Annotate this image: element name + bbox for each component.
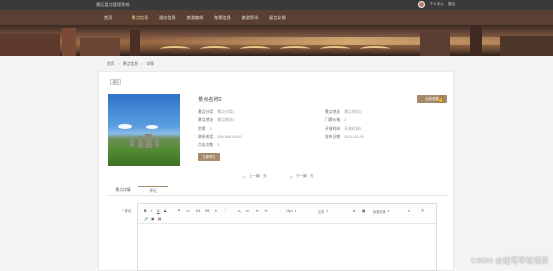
nav-item-news[interactable]: 旅游资讯: [242, 15, 270, 21]
breadcrumb-current: 详情: [146, 62, 154, 66]
italic-icon[interactable]: I: [151, 209, 152, 213]
back-button[interactable]: 返回: [110, 79, 121, 85]
field-label: 点击次数: [198, 143, 214, 147]
breadcrumb-home[interactable]: 首页: [107, 62, 115, 67]
font-size-select[interactable]: 14px ▾: [286, 209, 297, 213]
nav-item-home[interactable]: 首页: [104, 15, 132, 21]
header1-icon[interactable]: H1: [196, 209, 200, 213]
field-label: 联系电话: [198, 135, 214, 139]
chevron-down-icon: ▾: [387, 209, 390, 213]
nav-item-tickets[interactable]: 车票信息: [214, 15, 242, 21]
field-label: 余票: [198, 127, 206, 131]
user-area: 个人中心 退出: [418, 1, 455, 8]
field-price: 门票价格 2: [325, 118, 346, 123]
font-color-icon[interactable]: A: [353, 209, 355, 213]
profile-link[interactable]: 个人中心: [429, 2, 443, 7]
field-value: 028-88810000: [217, 135, 242, 139]
detail-tabs: 景点详情 评论: [108, 186, 448, 196]
font-size-value: 14px: [286, 209, 293, 213]
nav-item-feedback[interactable]: 留言反馈: [269, 15, 297, 21]
field-label: 发布日期: [325, 135, 341, 139]
strikethrough-icon[interactable]: S: [164, 209, 166, 213]
field-publish-date: 发布日期 2024-03-28: [325, 135, 364, 140]
field-tickets-left: 余票 2: [198, 127, 212, 132]
mouse-cursor-icon: ☝: [437, 97, 445, 103]
field-address-right: 景点地址 景点地址2: [325, 110, 362, 115]
nav-item-hotels[interactable]: 酒店信息: [159, 15, 187, 21]
font-family-value: 标准字体: [373, 210, 386, 214]
code-icon[interactable]: <>: [186, 209, 190, 213]
field-label: 景点地址: [198, 118, 214, 122]
next-link[interactable]: ◇ 下一篇：无: [290, 174, 314, 179]
book-button[interactable]: 立即预订: [198, 153, 220, 161]
field-category: 景点分类 景点分类2: [198, 110, 235, 115]
field-label: 门票价格: [325, 118, 341, 122]
clear-format-icon[interactable]: T̸: [421, 209, 423, 213]
breadcrumb-spots[interactable]: 景点信息: [123, 62, 138, 67]
tab-comments[interactable]: 评论: [138, 186, 168, 195]
outdent-icon[interactable]: ⇥: [264, 209, 267, 213]
tab-details[interactable]: 景点详情: [108, 186, 138, 195]
breadcrumb: 首页 > 景点信息 > 详情: [107, 62, 154, 67]
prev-link[interactable]: ◇ 上一篇：无: [243, 174, 267, 179]
subscript-icon[interactable]: x₂: [238, 209, 241, 213]
field-label: 开放时间: [325, 127, 341, 131]
field-value: 3: [217, 143, 220, 147]
chevron-down-icon: ▾: [326, 209, 328, 213]
avatar[interactable]: [418, 1, 426, 8]
breadcrumb-separator: >: [117, 62, 120, 66]
next-label: 下一篇：无: [295, 174, 314, 178]
field-address: 景点地址 景点地址2: [198, 118, 235, 123]
field-value: 2: [344, 118, 347, 122]
chevron-down-icon: ▾: [294, 209, 297, 213]
field-value: 开放时间2: [344, 127, 362, 131]
editor-toolbar: B I U S ❝ <> H1 H2 ≡ ⋮ x₂ x² ⇤ ⇥ 14px ▾ …: [138, 204, 436, 224]
image-icon[interactable]: ▣: [151, 217, 154, 221]
superscript-icon[interactable]: x²: [246, 209, 249, 213]
field-value: 2024-03-28: [344, 135, 364, 139]
field-open-time: 开放时间 开放时间2: [325, 127, 362, 132]
comment-editor[interactable]: B I U S ❝ <> H1 H2 ≡ ⋮ x₂ x² ⇤ ⇥ 14px ▾ …: [137, 203, 437, 271]
prev-icon: ◇: [243, 174, 246, 179]
banner-image: [0, 25, 553, 56]
background-color-icon[interactable]: ▦: [362, 209, 365, 213]
field-value: 景点分类2: [217, 110, 235, 114]
logout-link[interactable]: 退出: [448, 2, 455, 7]
watermark: CSDN @迪可毕设项目: [470, 256, 549, 265]
main-nav: 首页 景点信息 酒店信息 旅游路线 车票信息 旅游资讯 留言反馈: [0, 10, 553, 25]
spot-photo: [108, 94, 180, 166]
prev-label: 上一篇：无: [248, 174, 267, 178]
comment-label: * 评论: [122, 209, 132, 213]
spot-name: 景点名称2: [198, 97, 222, 103]
align-icon[interactable]: ≡: [408, 209, 410, 213]
quote-icon[interactable]: ❝: [178, 209, 180, 213]
top-bar: 景区盘点管理系统 个人中心 退出: [0, 0, 553, 10]
text-style-value: 文本: [318, 210, 325, 214]
header2-icon[interactable]: H2: [205, 209, 209, 213]
indent-icon[interactable]: ⇤: [256, 209, 259, 213]
font-family-select[interactable]: 标准字体 ▾: [373, 209, 389, 214]
field-label: 景点分类: [198, 110, 214, 114]
text-style-select[interactable]: 文本 ▾: [318, 209, 328, 214]
site-title: 景区盘点管理系统: [96, 2, 130, 7]
nav-item-spots[interactable]: 景点信息: [132, 15, 160, 21]
field-value: 景点地址2: [344, 110, 362, 114]
underline-icon[interactable]: U: [157, 209, 159, 213]
next-icon: ◇: [290, 174, 293, 179]
field-label: 景点地址: [325, 110, 341, 114]
breadcrumb-separator: >: [141, 62, 144, 66]
bold-icon[interactable]: B: [144, 209, 146, 213]
link-icon[interactable]: 🔗: [144, 217, 148, 221]
bullet-list-icon[interactable]: ⋮: [224, 209, 227, 213]
field-value: 景点地址2: [217, 118, 235, 122]
video-icon[interactable]: ▤: [158, 217, 161, 221]
nav-item-routes[interactable]: 旅游路线: [187, 15, 215, 21]
field-value: 2: [209, 127, 212, 131]
field-phone: 联系电话 028-88810000: [198, 135, 242, 140]
ordered-list-icon[interactable]: ≡: [215, 209, 217, 213]
field-clicks: 点击次数 3: [198, 143, 219, 148]
